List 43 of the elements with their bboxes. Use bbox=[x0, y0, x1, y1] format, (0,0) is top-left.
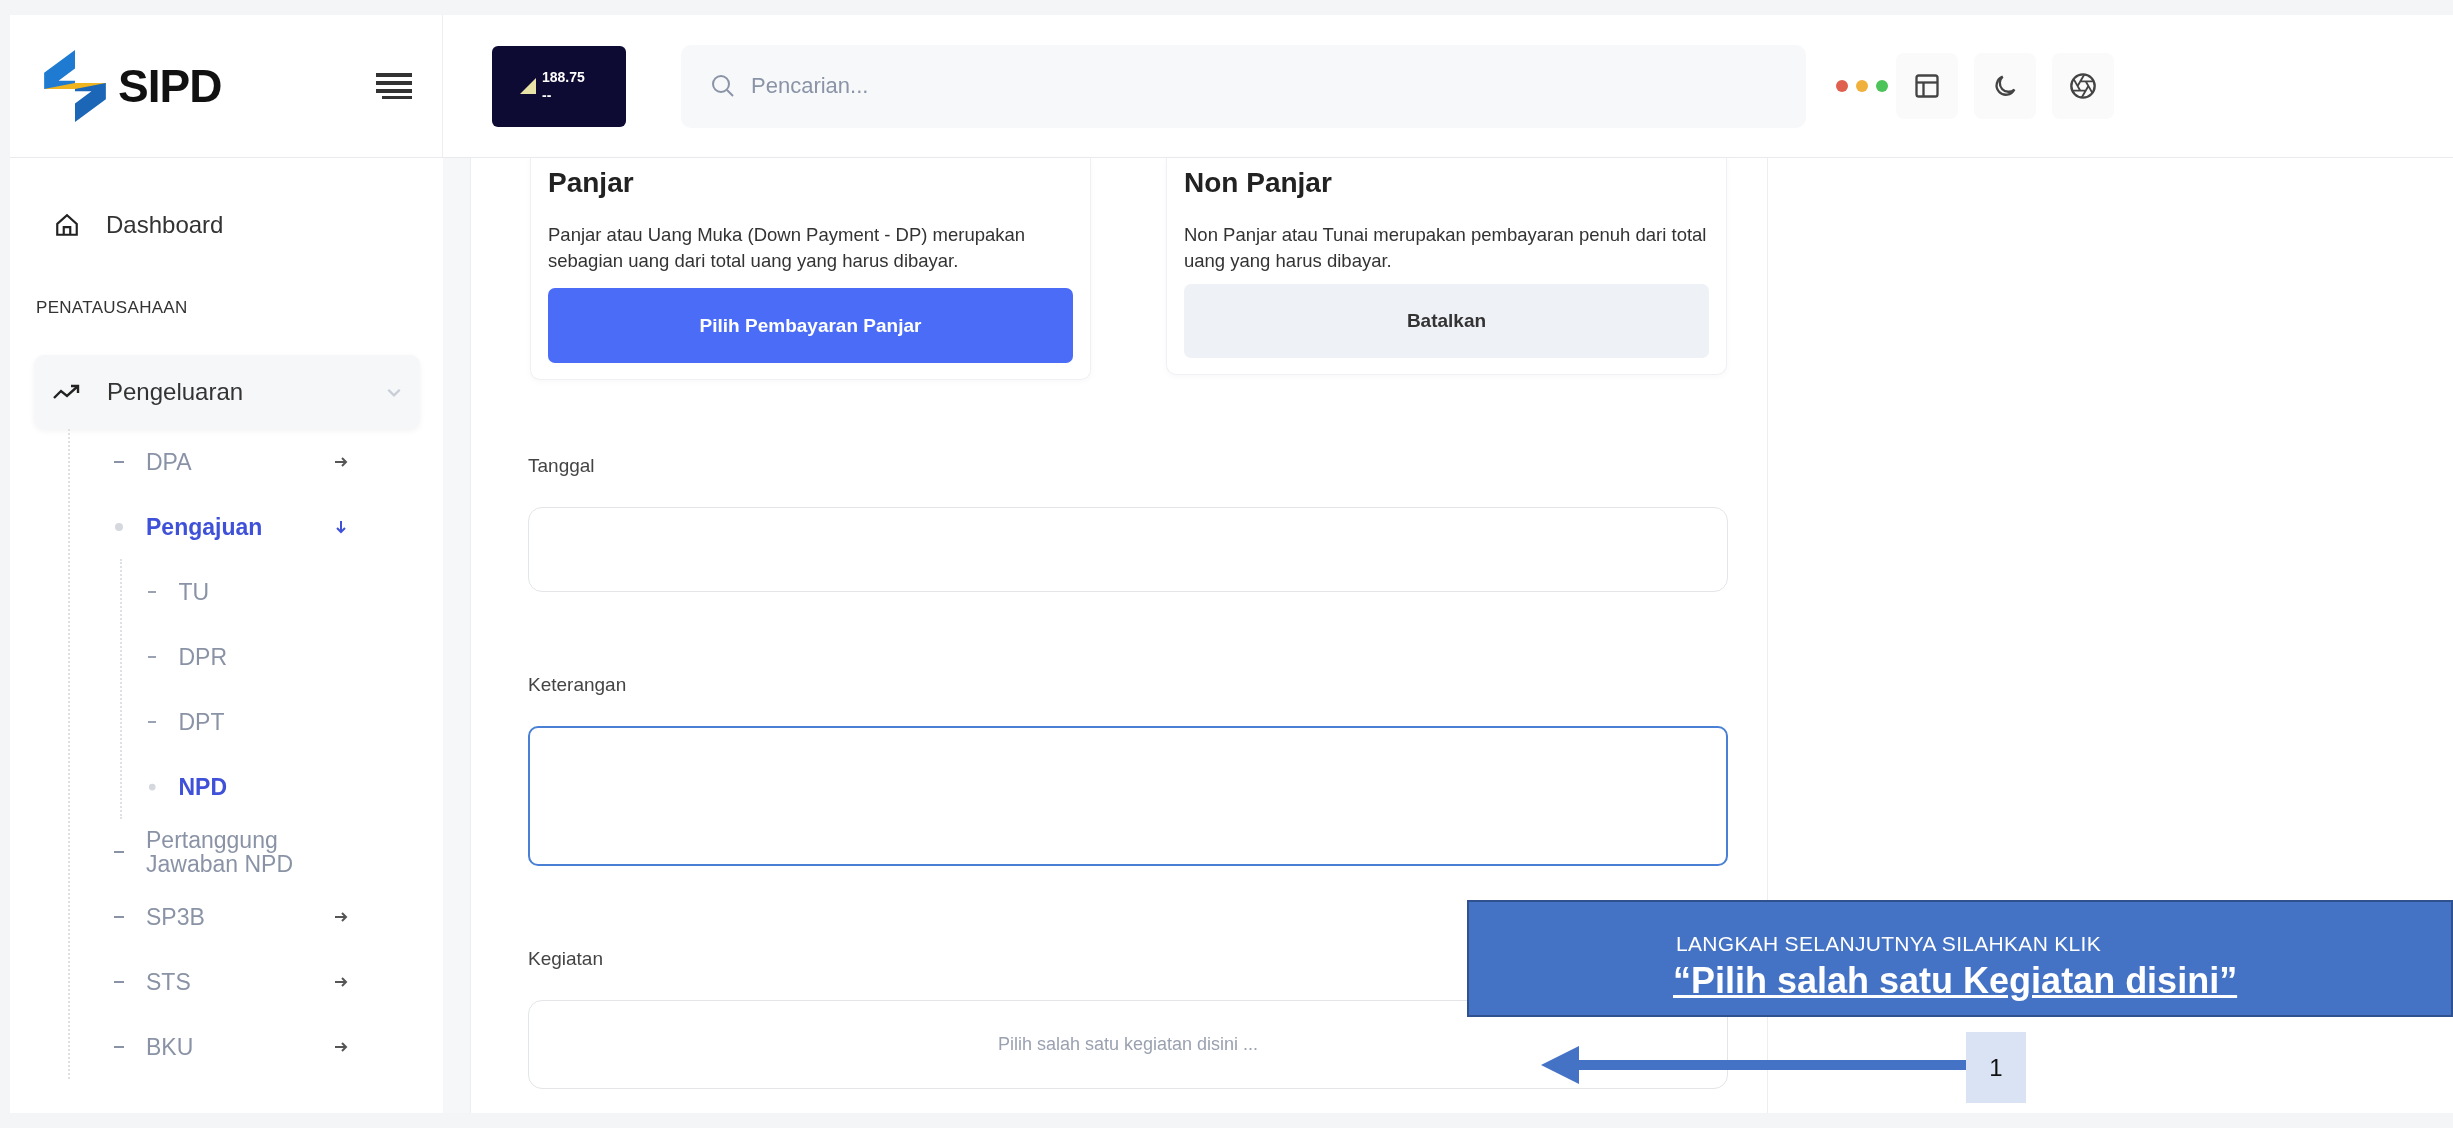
callout-link-text: “Pilih salah satu Kegiatan disini” bbox=[1673, 960, 2238, 1002]
aperture-icon bbox=[2069, 72, 2097, 100]
signal-icon bbox=[520, 78, 536, 94]
home-icon bbox=[54, 212, 80, 238]
sidebar-item[interactable]: TU bbox=[122, 559, 322, 624]
layout-icon bbox=[1913, 72, 1941, 100]
activity-select-field[interactable]: Pilih salah satu kegiatan disini ... bbox=[528, 1000, 1728, 1089]
sidebar-item[interactable]: DPT bbox=[122, 689, 322, 754]
search-field[interactable]: Pencarian... bbox=[681, 44, 1806, 128]
option-description: Non Panjar atau Tunai merupakan pembayaran penuh dari total uang yang harus dibayar. bbox=[1184, 223, 1708, 273]
trend-icon bbox=[53, 384, 81, 400]
option-description: Panjar atau Uang Muka (Down Payment - DP) merupakan sebagian uang dari total uang yang harus dibayar. bbox=[548, 223, 1027, 273]
callout-text: LANGKAH SELANJUTNYA SILAHKAN KLIK bbox=[1676, 932, 2102, 956]
layout-button[interactable] bbox=[1896, 53, 1958, 119]
description-field[interactable] bbox=[528, 726, 1728, 866]
date-field[interactable] bbox=[528, 507, 1728, 592]
ping-reading: 188.75 bbox=[542, 68, 585, 86]
sidebar-item[interactable]: NPD bbox=[122, 754, 322, 819]
search-icon bbox=[711, 73, 735, 98]
sidebar-item[interactable]: DPR bbox=[122, 624, 322, 689]
choose-payment-button[interactable]: Pilih Pembayaran Panjar bbox=[548, 288, 1073, 363]
logo-icon bbox=[44, 50, 106, 122]
aperture-button[interactable] bbox=[2052, 53, 2114, 119]
ping-unit: -- bbox=[542, 86, 553, 104]
field-label: Kegiatan bbox=[528, 948, 604, 970]
logo-text: SIPD bbox=[118, 59, 222, 113]
sidebar-item[interactable]: Dashboard bbox=[10, 193, 443, 257]
sidebar-item[interactable]: Pertanggung Jawaban NPD bbox=[70, 819, 348, 884]
sidebar-group-item[interactable]: Pengeluaran bbox=[34, 355, 420, 429]
field-label: Keterangan bbox=[528, 674, 628, 696]
option-title: Panjar bbox=[548, 166, 635, 200]
sidebar-item[interactable]: STS bbox=[70, 949, 348, 1014]
option-title: Non Panjar bbox=[1184, 166, 1333, 200]
sidebar-item[interactable]: DPA bbox=[70, 429, 348, 494]
sidebar-item[interactable]: SP3B bbox=[70, 884, 348, 949]
section-heading: PENATAUSAHAAN bbox=[35, 297, 189, 319]
menu-icon bbox=[376, 73, 412, 99]
theme-button[interactable] bbox=[1974, 53, 2036, 119]
step-number: 1 bbox=[1966, 1032, 2026, 1103]
sidebar-item[interactable]: BKU bbox=[70, 1014, 348, 1079]
field-label: Tanggal bbox=[528, 455, 596, 477]
cancel-button[interactable]: Batalkan bbox=[1184, 284, 1709, 358]
sidebar-item[interactable]: Pengajuan bbox=[70, 494, 348, 559]
